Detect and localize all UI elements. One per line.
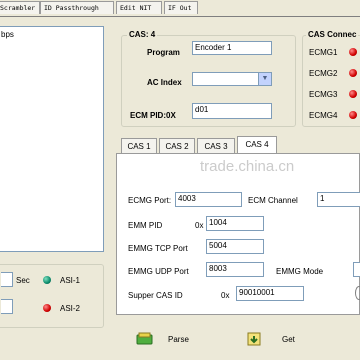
partial-control[interactable] — [355, 286, 360, 300]
tab-id-passthrough[interactable]: ID Passthrough — [40, 1, 114, 14]
tab-edit-nit[interactable]: Edit NIT — [116, 1, 162, 14]
parse-label: Parse — [168, 335, 189, 344]
emmg-udp-port-field[interactable]: 8003 — [206, 262, 264, 277]
program-label: Program — [147, 48, 180, 57]
emmg-mode-select[interactable] — [353, 262, 360, 277]
get-label: Get — [282, 335, 295, 344]
get-icon — [247, 332, 261, 346]
supper-cas-id-field[interactable]: 90010001 — [236, 286, 304, 301]
ac-index-label: AC Index — [147, 78, 182, 87]
ecmg-port-label: ECMG Port: — [128, 196, 172, 205]
asi1-label: ASI-1 — [60, 276, 81, 285]
emmg-tcp-port-label: EMMG TCP Port — [128, 244, 188, 253]
tab-cas-1[interactable]: CAS 1 — [121, 138, 157, 154]
cas-group: CAS: 4 Program Encoder 1 AC Index ▼ ECM … — [121, 30, 296, 127]
ecmg3-label: ECMG3 — [309, 90, 338, 99]
ac-index-select[interactable]: ▼ — [192, 72, 272, 86]
ecmg2-label: ECMG2 — [309, 69, 338, 78]
emm-pid-prefix: 0x — [195, 221, 204, 230]
tab-cas-2[interactable]: CAS 2 — [159, 138, 195, 154]
list-item[interactable]: bps — [1, 30, 14, 39]
get-button[interactable]: Get — [246, 330, 306, 350]
cas-group-title: CAS: 4 — [127, 30, 158, 39]
asi1-status-indicator — [43, 276, 51, 284]
top-tab-bar: Scrambler ID Passthrough Edit NIT IF Out — [0, 0, 360, 17]
program-list[interactable]: bps — [0, 26, 104, 252]
cas-connect-title: CAS Connec — [306, 30, 359, 39]
ecmg3-status-indicator — [349, 90, 357, 98]
asi2-label: ASI-2 — [60, 304, 81, 313]
sec-field[interactable] — [1, 272, 13, 287]
emmg-udp-port-label: EMMG UDP Port — [128, 267, 189, 276]
ecmg-port-field[interactable]: 4003 — [175, 192, 242, 207]
sec-label: Sec — [16, 276, 30, 285]
asi2-status-indicator — [43, 304, 51, 312]
supper-cas-id-prefix: 0x — [221, 291, 230, 300]
parse-icon — [136, 332, 153, 345]
tab-scrambler[interactable]: Scrambler — [0, 1, 40, 14]
ecm-pid-field[interactable]: d01 — [192, 103, 272, 119]
cas-connect-group: CAS Connec ECMG1 ECMG2 ECMG3 ECMG4 — [302, 30, 360, 127]
ecmg4-status-indicator — [349, 111, 357, 119]
supper-cas-id-label: Supper CAS ID — [128, 291, 183, 300]
chevron-down-icon[interactable]: ▼ — [258, 73, 271, 85]
emmg-mode-label: EMMG Mode — [276, 267, 324, 276]
ecm-pid-label: ECM PID:0X — [130, 111, 176, 120]
ecm-channel-field[interactable]: 1 — [317, 192, 360, 207]
ecmg4-label: ECMG4 — [309, 111, 338, 120]
watermark: trade.china.cn — [200, 158, 295, 175]
sec-field-2[interactable] — [1, 299, 13, 314]
tab-cas-4[interactable]: CAS 4 — [237, 136, 277, 154]
parse-button[interactable]: Parse — [134, 330, 200, 350]
ecmg1-label: ECMG1 — [309, 48, 338, 57]
ecmg1-status-indicator — [349, 48, 357, 56]
emm-pid-field[interactable]: 1004 — [206, 216, 264, 231]
program-field[interactable]: Encoder 1 — [192, 41, 272, 55]
ecmg2-status-indicator — [349, 69, 357, 77]
ecm-channel-label: ECM Channel — [248, 196, 298, 205]
asi-group: Sec ASI-1 ASI-2 — [0, 264, 104, 328]
tab-cas-3[interactable]: CAS 3 — [197, 138, 235, 154]
emmg-tcp-port-field[interactable]: 5004 — [206, 239, 264, 254]
cas-settings-panel: ECMG Port: 4003 ECM Channel 1 EMM PID 0x… — [116, 153, 360, 315]
tab-if-out[interactable]: IF Out — [164, 1, 198, 14]
emm-pid-label: EMM PID — [128, 221, 163, 230]
